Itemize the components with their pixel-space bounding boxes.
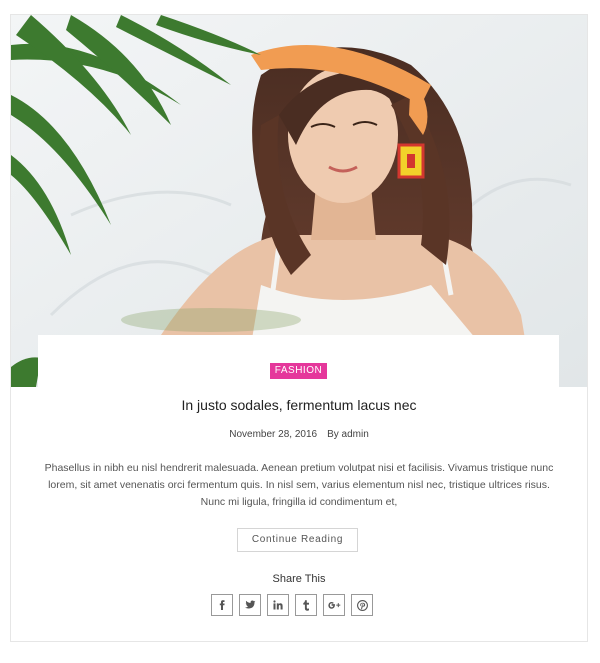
post-author[interactable]: By admin [327,429,369,440]
google-plus-share-button[interactable] [323,594,345,616]
twitter-icon [244,600,255,609]
post-excerpt: Phasellus in nibh eu nisl hendrerit male… [44,462,554,508]
twitter-share-button[interactable] [239,594,261,616]
facebook-share-button[interactable] [211,594,233,616]
post-card: FASHION In justo sodales, fermentum lacu… [10,14,588,642]
post-meta: November 28, 2016 By admin [11,429,587,440]
linkedin-share-button[interactable] [267,594,289,616]
tumblr-icon [303,599,309,611]
post-date[interactable]: November 28, 2016 [229,429,317,440]
featured-image[interactable] [11,15,587,387]
post-title[interactable]: In justo sodales, fermentum lacus nec [11,397,587,413]
share-title: Share This [272,573,326,585]
category-badge[interactable]: FASHION [270,363,327,379]
google-plus-icon [327,602,340,609]
linkedin-icon [273,600,283,610]
continue-reading-button[interactable]: Continue Reading [237,528,358,552]
pinterest-share-button[interactable] [351,594,373,616]
tumblr-share-button[interactable] [295,594,317,616]
pinterest-icon [356,599,368,611]
share-buttons [211,594,373,616]
facebook-icon [219,600,225,610]
